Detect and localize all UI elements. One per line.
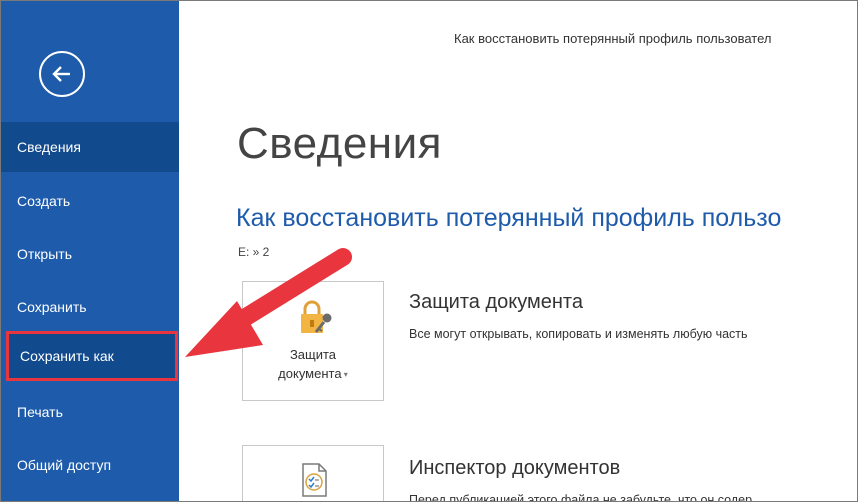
window-title: Как восстановить потерянный профиль поль… xyxy=(454,31,772,46)
protect-button-label: Защита документа ▾ xyxy=(243,345,383,384)
nav-item-save-as[interactable]: Сохранить как xyxy=(6,331,178,381)
back-arrow-icon xyxy=(52,66,70,82)
page-title: Сведения xyxy=(237,119,443,168)
protect-heading: Защита документа xyxy=(409,291,583,313)
backstage-view: Сведения Создать Открыть Сохранить Сохра… xyxy=(0,0,858,502)
backstage-sidebar: Сведения Создать Открыть Сохранить Сохра… xyxy=(1,1,179,501)
main-panel: Как восстановить потерянный профиль поль… xyxy=(179,1,857,502)
document-title: Как восстановить потерянный профиль поль… xyxy=(236,204,782,232)
nav-item-new[interactable]: Создать xyxy=(1,176,179,226)
protect-button-line2: документа xyxy=(278,366,342,381)
check-issues-button[interactable] xyxy=(242,445,384,501)
nav-item-print[interactable]: Печать xyxy=(1,387,179,437)
inspect-description: Перед публикацией этого файла не забудьт… xyxy=(409,493,753,502)
nav-item-open[interactable]: Открыть xyxy=(1,229,179,279)
nav-item-save[interactable]: Сохранить xyxy=(1,282,179,332)
document-path[interactable]: E: » 2 xyxy=(238,245,269,259)
inspect-heading: Инспектор документов xyxy=(409,457,621,479)
protect-document-button[interactable]: Защита документа ▾ xyxy=(242,281,384,401)
back-button[interactable] xyxy=(39,51,85,97)
lock-key-icon xyxy=(301,300,332,333)
protect-description: Все могут открывать, копировать и изменя… xyxy=(409,327,748,341)
protect-button-line1: Защита xyxy=(289,347,337,362)
nav-item-share[interactable]: Общий доступ xyxy=(1,440,179,490)
nav-item-info[interactable]: Сведения xyxy=(1,122,179,172)
document-checklist-icon xyxy=(302,463,327,497)
caret-down-icon: ▾ xyxy=(341,370,348,380)
